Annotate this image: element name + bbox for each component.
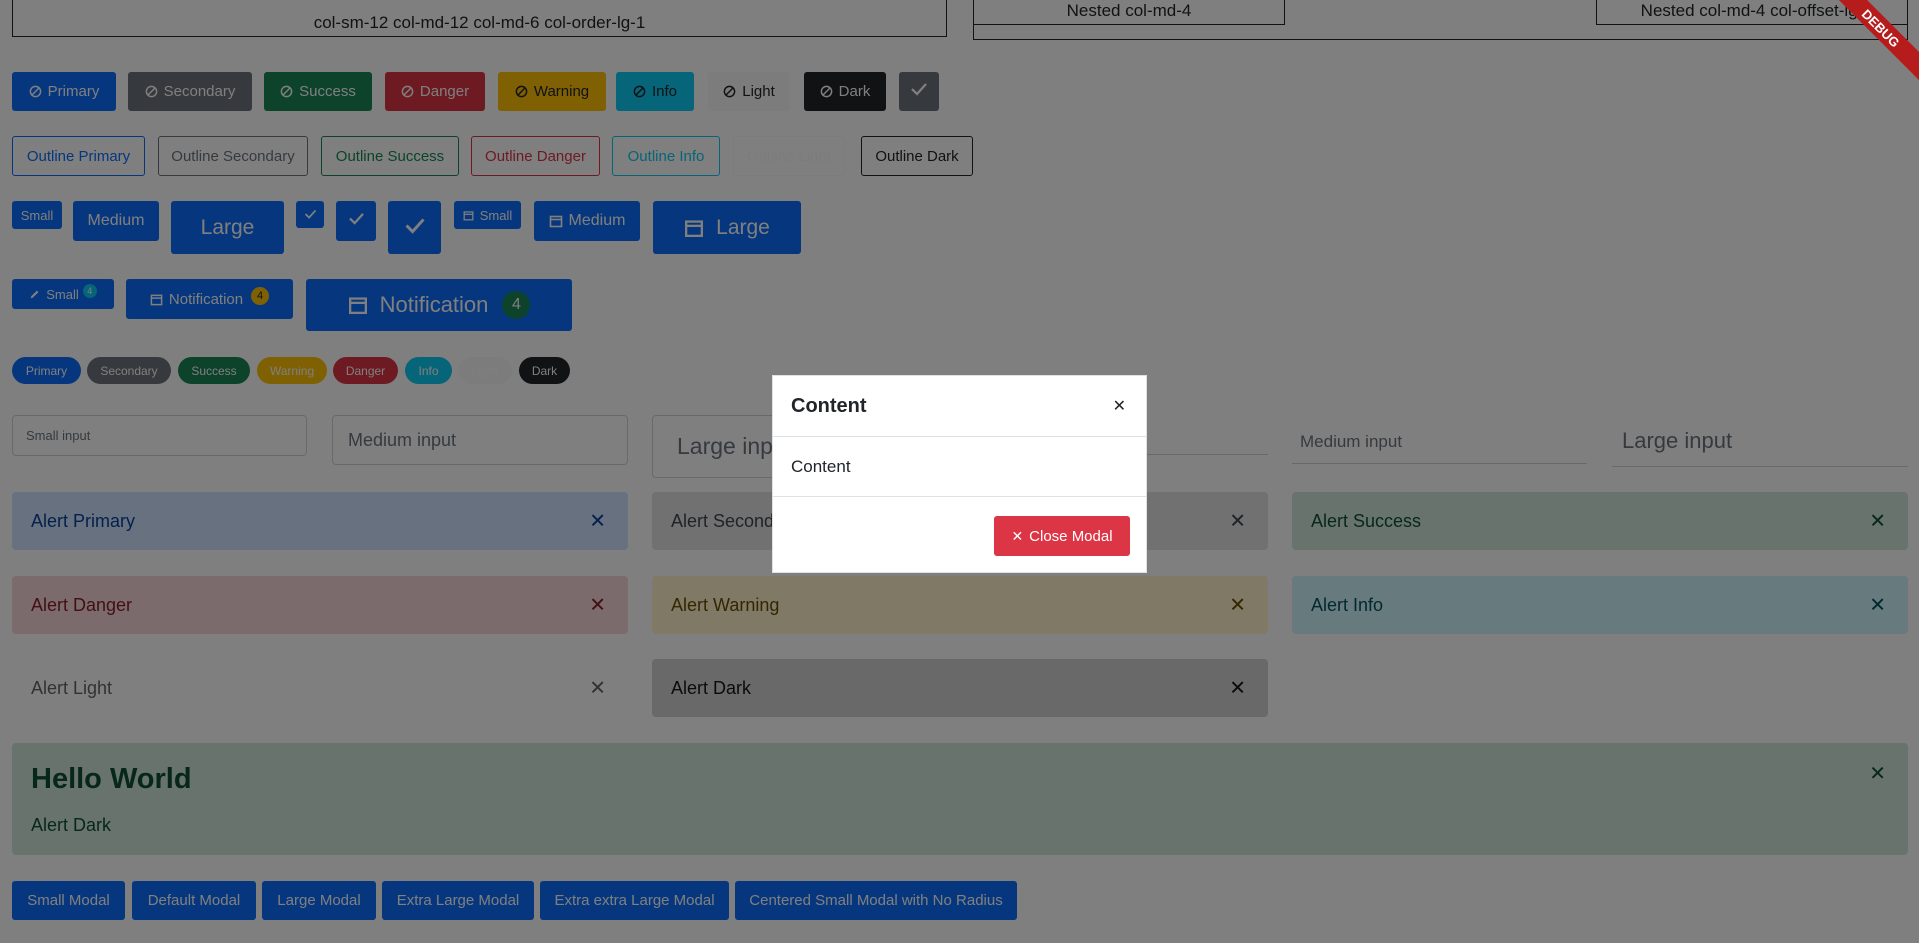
close-icon[interactable]: ✕ — [1113, 396, 1126, 416]
close-modal-button[interactable]: ✕ Close Modal — [994, 516, 1130, 556]
modal-body: Content — [791, 457, 851, 476]
debug-banner: DEBUG — [1839, 0, 1919, 80]
close-modal-label: Close Modal — [1029, 527, 1113, 545]
modal-title: Content — [791, 395, 867, 417]
close-icon: ✕ — [1011, 527, 1024, 544]
modal-footer-divider — [773, 496, 1146, 497]
modal-header: Content ✕ — [773, 376, 1146, 437]
debug-ribbon-container: DEBUG — [1839, 0, 1919, 80]
modal-dialog: Content ✕ Content ✕ Close Modal — [772, 375, 1147, 573]
